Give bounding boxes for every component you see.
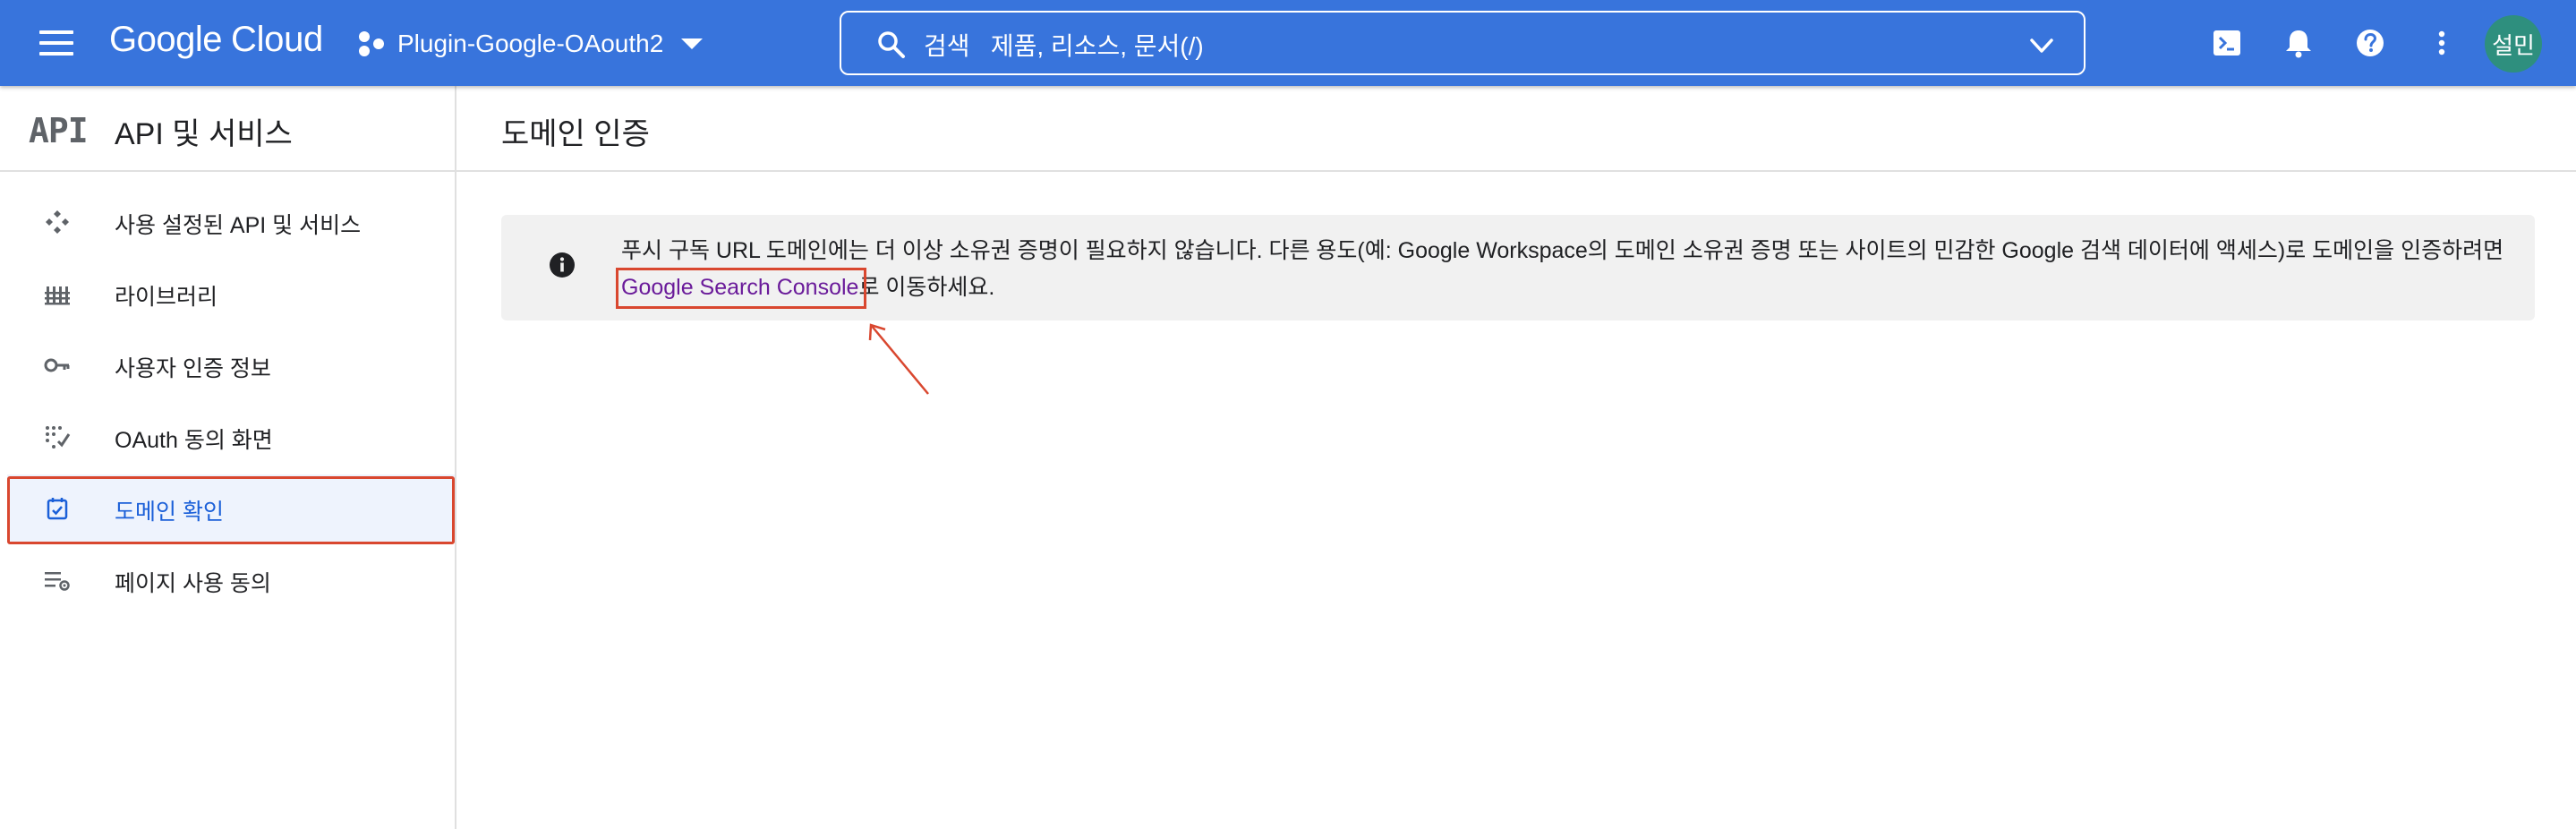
api-diamond-icon [46, 210, 69, 234]
key-icon [44, 358, 70, 372]
library-icon [45, 286, 70, 305]
notice-text-after: 로 이동하세요. [858, 275, 995, 300]
page-title: 도메인 인증 [501, 117, 650, 151]
avatar[interactable]: 설민 [2485, 15, 2542, 73]
google-search-console-link[interactable]: Google Search Console [621, 275, 858, 300]
more-vert-icon[interactable] [2424, 25, 2460, 61]
project-name: Plugin-Google-OAouth2 [397, 30, 664, 57]
top-app-bar: Google Cloud Plugin-Google-OAouth2 검색 제품… [0, 0, 2576, 86]
sidebar-item-oauth-consent[interactable]: OAuth 동의 화면 [7, 403, 455, 471]
bell-icon[interactable] [2281, 25, 2316, 61]
sidebar-item-label: 페이지 사용 동의 [115, 571, 271, 596]
search-icon [878, 31, 905, 58]
main-header: 도메인 인증 [456, 86, 2576, 172]
domain-check-icon [47, 498, 68, 520]
sidebar-item-library[interactable]: 라이브러리 [7, 260, 455, 328]
chevron-down-icon[interactable] [2026, 30, 2057, 61]
logo-cloud-text: Cloud [230, 20, 323, 59]
sidebar-item-enabled-apis[interactable]: 사용 설정된 API 및 서비스 [7, 188, 455, 256]
sidebar-item-label: 사용자 인증 정보 [115, 356, 271, 381]
page-consent-icon [45, 572, 70, 591]
search-placeholder: 검색 제품, 리소스, 문서(/) [924, 32, 1204, 60]
google-cloud-logo[interactable]: Google Cloud [109, 20, 323, 64]
sidebar-title: API 및 서비스 [115, 117, 293, 151]
terminal-icon[interactable] [2209, 25, 2245, 61]
info-icon [550, 252, 575, 278]
notice-text: 푸시 구독 URL 도메인에는 더 이상 소유권 증명이 필요하지 않습니다. … [621, 233, 2519, 306]
sidebar-item-label: OAuth 동의 화면 [115, 428, 273, 453]
notice-text-before: 푸시 구독 URL 도메인에는 더 이상 소유권 증명이 필요하지 않습니다. … [621, 238, 2504, 263]
project-icon [359, 31, 384, 56]
caret-down-icon [681, 38, 704, 49]
sidebar-item-domain-verification[interactable]: 도메인 확인 [7, 474, 455, 543]
menu-icon[interactable] [36, 25, 79, 61]
sidebar-item-credentials[interactable]: 사용자 인증 정보 [7, 331, 455, 399]
sidebar-header: API API 및 서비스 [0, 86, 455, 172]
project-selector[interactable]: Plugin-Google-OAouth2 [356, 25, 704, 63]
sidebar-item-page-usage-consent[interactable]: 페이지 사용 동의 [7, 546, 455, 614]
sidebar-item-label: 라이브러리 [115, 285, 218, 310]
sidebar-item-label: 도메인 확인 [115, 500, 224, 525]
sidebar: API API 및 서비스 사용 설정된 API 및 서비스 라이브러리 사용자… [0, 86, 456, 829]
oauth-consent-icon [46, 426, 71, 449]
annotation-arrow [868, 323, 929, 395]
search-input[interactable]: 검색 제품, 리소스, 문서(/) [840, 11, 2086, 75]
help-icon[interactable] [2352, 25, 2388, 61]
logo-google-text: Google [109, 20, 222, 59]
info-notice: 푸시 구독 URL 도메인에는 더 이상 소유권 증명이 필요하지 않습니다. … [501, 215, 2535, 320]
sidebar-item-label: 사용 설정된 API 및 서비스 [115, 213, 362, 238]
api-logo-icon: API [29, 111, 89, 150]
